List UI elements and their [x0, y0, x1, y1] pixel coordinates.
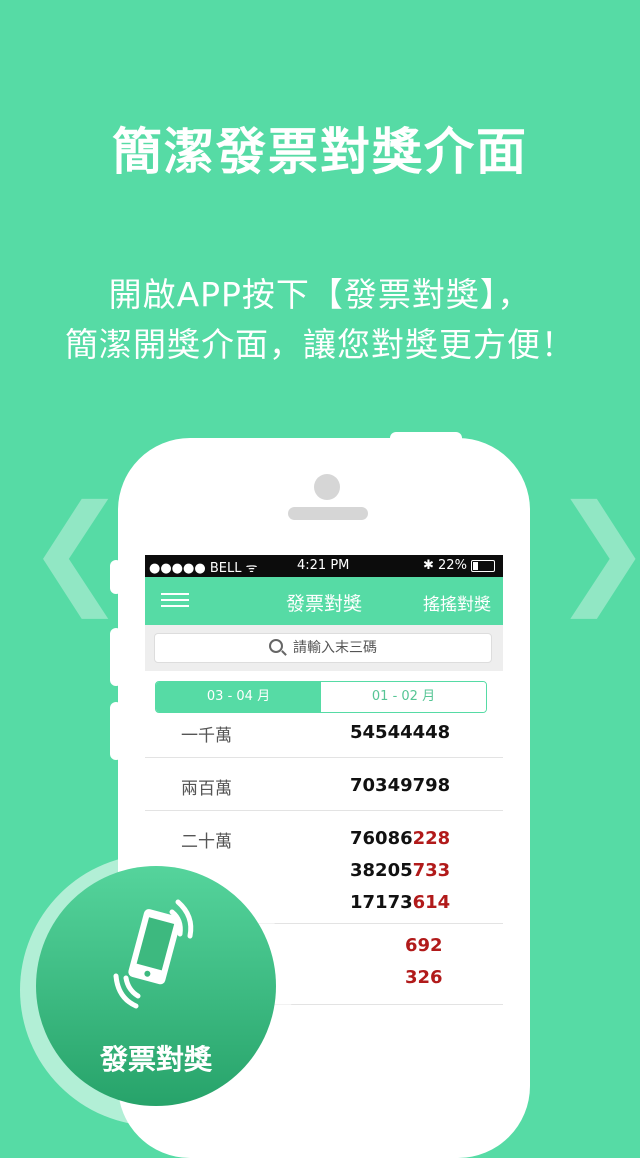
tab-01-02[interactable]: 01 - 02 月 — [321, 682, 486, 712]
prize-label: 一千萬 — [181, 726, 232, 746]
winning-number: 38205733 — [350, 860, 451, 881]
phone-top-button — [390, 432, 462, 446]
tab-03-04[interactable]: 03 - 04 月 — [156, 682, 321, 712]
shake-check-button[interactable]: 搖搖對獎 — [423, 590, 491, 615]
search-placeholder: 請輸入末三碼 — [293, 640, 377, 656]
winning-number: 70349798 — [350, 775, 451, 796]
status-bar: ●●●●● BELL ᯤ 4:21 PM ✱ 22% — [145, 555, 503, 577]
phone-side-button — [110, 702, 122, 760]
prize-row-2m: 兩百萬 70349798 — [145, 758, 503, 811]
nav-bar: 發票對獎 搖搖對獎 — [145, 577, 503, 625]
winning-number: 54544448 — [350, 722, 451, 743]
winning-number: 692 — [405, 935, 443, 956]
search-area: 請輸入末三碼 — [145, 625, 503, 671]
subtitle-line-2: 簡潔開獎介面，讓您對獎更方便！ — [65, 325, 575, 364]
period-tabs: 03 - 04 月 01 - 02 月 — [155, 681, 487, 713]
search-input[interactable]: 請輸入末三碼 — [154, 633, 492, 663]
carrier-label: ●●●●● BELL ᯤ — [149, 561, 258, 576]
battery-icon — [471, 560, 495, 572]
battery-label: ✱ 22% — [423, 558, 467, 573]
shaking-phone-icon — [113, 899, 194, 1009]
headline: 簡潔發票對獎介面 — [112, 123, 528, 181]
phone-side-button — [110, 628, 122, 686]
winning-number: 76086228 — [350, 828, 451, 849]
search-icon — [269, 639, 283, 653]
badge-label: 發票對獎 — [99, 1043, 212, 1076]
subtitle-line-1: 開啟APP按下【發票對獎】， — [108, 275, 532, 314]
prize-row-10m: 一千萬 54544448 — [145, 713, 503, 758]
clock-label: 4:21 PM — [297, 558, 350, 573]
prize-label: 二十萬 — [181, 832, 232, 852]
phone-speaker — [288, 507, 368, 520]
phone-side-button — [110, 560, 122, 594]
phone-camera — [314, 474, 340, 500]
prize-label: 兩百萬 — [181, 779, 232, 799]
winning-number: 17173614 — [350, 892, 451, 913]
next-arrow-icon[interactable]: ❯ — [552, 490, 640, 610]
winning-number: 326 — [405, 967, 443, 988]
